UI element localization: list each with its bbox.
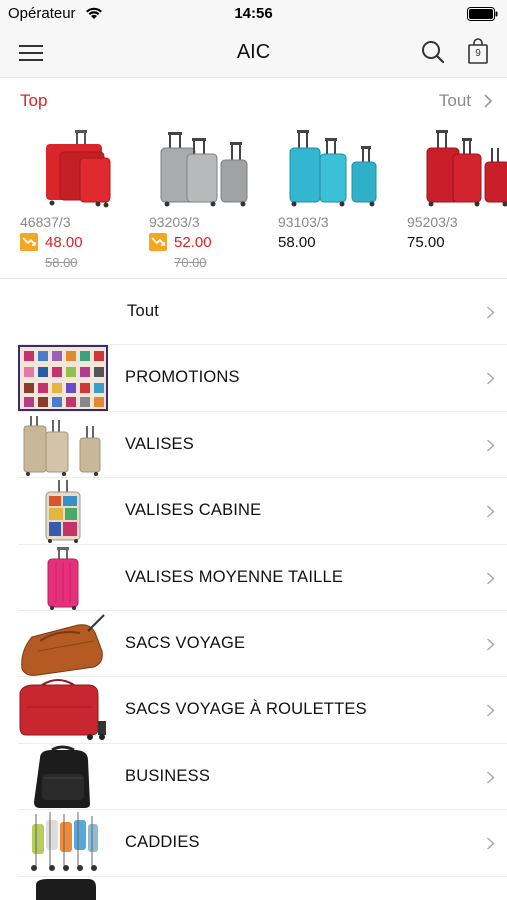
category-label: PROMOTIONS	[125, 368, 240, 387]
valises-thumbnail	[23, 415, 101, 476]
product-card[interactable]: 46837/3 48.00 58.00	[20, 118, 140, 278]
category-item-sacs-voyage[interactable]: SACS VOYAGE	[18, 611, 507, 678]
battery-icon	[467, 7, 498, 21]
product-price: 48.00	[45, 234, 83, 251]
caddies-thumbnail	[31, 812, 98, 872]
category-item-promotions[interactable]: PROMOTIONS	[18, 345, 507, 412]
category-label: Tout	[127, 302, 159, 320]
promotions-thumbnail	[18, 345, 108, 412]
product-ref: 93203/3	[149, 214, 200, 230]
product-card[interactable]: 95203/3 75.00	[407, 118, 507, 278]
category-label: SACS VOYAGE	[125, 633, 246, 652]
sacs-voyage-a-roulettes-thumbnail	[19, 679, 106, 741]
chevron-right-icon	[486, 372, 495, 385]
category-item-sacs-voyage-a-roulettes[interactable]: SACS VOYAGE À ROULETTES	[18, 677, 507, 744]
search-icon[interactable]	[421, 40, 445, 64]
product-ref: 95203/3	[407, 214, 458, 230]
business-thumbnail	[34, 745, 90, 808]
top-products-carousel[interactable]: 46837/3 48.00 58.00 93203/3 52.00 70.00	[0, 118, 507, 278]
category-item-valises[interactable]: VALISES	[18, 412, 507, 479]
category-item-partial[interactable]	[18, 877, 507, 900]
category-list: Tout PROMOTIONS VALISES VALISES CABINE V…	[0, 279, 507, 900]
product-ref: 93103/3	[278, 214, 329, 230]
product-price: 52.00	[174, 234, 212, 251]
chevron-right-icon	[486, 306, 495, 319]
chevron-right-icon	[486, 439, 495, 452]
nav-bar: AIC 9	[0, 28, 507, 78]
product-image	[46, 130, 111, 208]
chevron-right-icon	[486, 771, 495, 784]
sale-trend-icon	[20, 233, 38, 251]
product-price: 75.00	[407, 234, 445, 251]
next-category-thumbnail	[36, 878, 96, 900]
valises-moyenne-taille-thumbnail	[47, 546, 79, 610]
product-price: 58.00	[278, 234, 316, 251]
category-label: SACS VOYAGE À ROULETTES	[125, 700, 367, 719]
product-card[interactable]: 93203/3 52.00 70.00	[149, 118, 269, 278]
top-section-title: Top	[20, 91, 48, 110]
category-label: BUSINESS	[125, 766, 211, 785]
product-image	[160, 132, 248, 207]
cart-count-badge: 9	[475, 48, 481, 59]
valises-cabine-thumbnail	[45, 480, 81, 544]
category-label: VALISES CABINE	[125, 501, 262, 520]
chevron-right-icon	[486, 505, 495, 518]
chevron-right-icon	[486, 572, 495, 585]
product-old-price: 58.00	[45, 255, 78, 270]
chevron-right-icon	[486, 704, 495, 717]
product-card[interactable]: 93103/3 58.00	[278, 118, 398, 278]
product-image	[426, 130, 507, 207]
sale-trend-icon	[149, 233, 167, 251]
category-label: VALISES	[125, 434, 194, 453]
product-ref: 46837/3	[20, 214, 71, 230]
product-old-price: 70.00	[174, 255, 207, 270]
category-item-business[interactable]: BUSINESS	[18, 744, 507, 811]
category-label: CADDIES	[125, 833, 200, 852]
clock: 14:56	[234, 5, 273, 22]
category-item-valises-cabine[interactable]: VALISES CABINE	[18, 478, 507, 545]
chevron-right-icon	[486, 837, 495, 850]
cart-button[interactable]: 9	[467, 38, 489, 64]
chevron-right-icon[interactable]	[483, 94, 493, 108]
category-label: VALISES MOYENNE TAILLE	[125, 567, 344, 586]
top-section-header: Top Tout	[0, 88, 507, 114]
chevron-right-icon	[486, 638, 495, 651]
category-item-caddies[interactable]: CADDIES	[18, 810, 507, 877]
top-see-all-link[interactable]: Tout	[439, 91, 471, 111]
sacs-voyage-thumbnail	[21, 614, 105, 676]
product-image	[289, 130, 377, 207]
category-item-all[interactable]: Tout	[18, 279, 507, 346]
category-item-valises-moyenne-taille[interactable]: VALISES MOYENNE TAILLE	[18, 545, 507, 611]
status-bar: Opérateur 14:56	[0, 0, 507, 28]
